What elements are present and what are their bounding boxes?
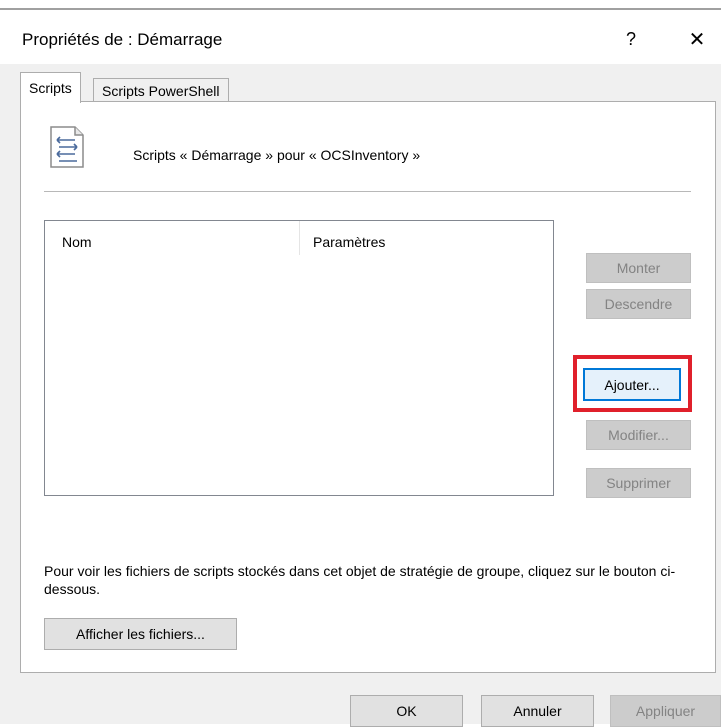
close-button[interactable]: ✕ [682,24,712,54]
column-header-nom[interactable]: Nom [62,234,92,250]
move-up-button[interactable]: Monter [586,253,691,283]
window-title: Propriétés de : Démarrage [22,30,223,49]
files-note: Pour voir les fichiers de scripts stocké… [44,563,676,597]
tab-scripts-powershell[interactable]: Scripts PowerShell [93,78,229,103]
scripts-heading: Scripts « Démarrage » pour « OCSInventor… [133,147,421,163]
scripts-list[interactable]: Nom Paramètres [44,220,554,496]
apply-button[interactable]: Appliquer [610,695,721,727]
help-button[interactable]: ? [616,24,646,54]
move-down-button[interactable]: Descendre [586,289,691,319]
separator [44,191,691,192]
script-document-icon [50,126,84,168]
add-button[interactable]: Ajouter... [583,368,681,401]
column-divider[interactable] [299,221,300,255]
tab-scripts[interactable]: Scripts [20,72,81,103]
add-button-label: Ajouter... [604,376,660,393]
show-files-button[interactable]: Afficher les fichiers... [44,618,237,650]
delete-button[interactable]: Supprimer [586,468,691,498]
edit-button[interactable]: Modifier... [586,420,691,450]
column-header-parametres[interactable]: Paramètres [313,234,385,250]
ok-button[interactable]: OK [350,695,463,727]
cancel-button[interactable]: Annuler [481,695,594,727]
